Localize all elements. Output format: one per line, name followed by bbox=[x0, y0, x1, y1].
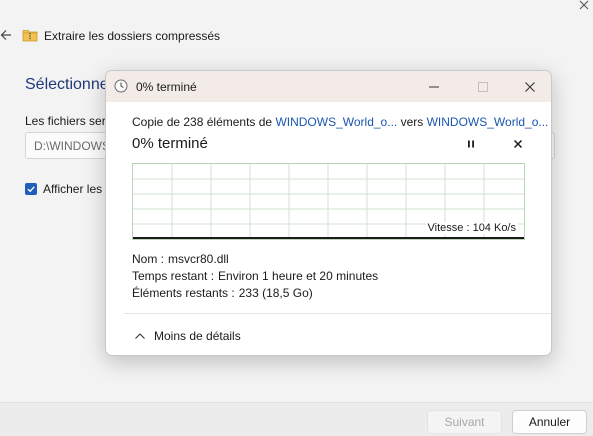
detail-value: Environ 1 heure et 20 minutes bbox=[218, 269, 379, 283]
detail-key: Nom : bbox=[132, 252, 165, 266]
clock-icon bbox=[114, 79, 128, 93]
speed-graph: Vitesse : 104 Ko/s bbox=[132, 163, 525, 240]
source-folder-link[interactable]: WINDOWS_World_o... bbox=[275, 115, 397, 129]
minimize-icon[interactable] bbox=[412, 71, 456, 102]
maximize-icon bbox=[461, 71, 505, 102]
detail-value: 233 (18,5 Go) bbox=[238, 286, 313, 300]
detail-key: Temps restant : bbox=[132, 269, 215, 283]
less-details-button[interactable]: Moins de détails bbox=[134, 329, 241, 343]
wizard-title-label: Extraire les dossiers compressés bbox=[44, 29, 221, 43]
divider bbox=[124, 313, 551, 314]
show-files-checkbox-row[interactable]: Afficher les bbox=[25, 182, 102, 196]
destination-folder-link[interactable]: WINDOWS_World_o... bbox=[427, 115, 549, 129]
wizard-close-icon[interactable] bbox=[574, 0, 593, 14]
cancel-copy-icon[interactable] bbox=[508, 135, 528, 153]
wizard-footer bbox=[0, 402, 593, 436]
progress-dialog: 0% terminé Copie de 238 éléments de WIND… bbox=[105, 70, 552, 356]
pause-icon[interactable] bbox=[461, 135, 481, 153]
detail-row-items: Éléments restants : 233 (18,5 Go) bbox=[132, 285, 378, 302]
dialog-titlebar[interactable]: 0% terminé bbox=[106, 71, 551, 102]
copy-description: Copie de 238 éléments de WINDOWS_World_o… bbox=[132, 115, 548, 129]
next-button[interactable]: Suivant bbox=[427, 410, 502, 434]
show-files-label: Afficher les bbox=[43, 182, 103, 196]
show-files-checkbox[interactable] bbox=[25, 183, 37, 195]
destination-label: Les fichiers sero bbox=[25, 114, 113, 128]
wizard-heading: Sélectionne bbox=[25, 76, 109, 93]
copy-details: Nom : msvcr80.dll Temps restant : Enviro… bbox=[132, 251, 378, 302]
dialog-close-icon[interactable] bbox=[508, 71, 551, 102]
dialog-title: 0% terminé bbox=[136, 80, 197, 94]
wizard-title: Extraire les dossiers compressés bbox=[22, 27, 220, 45]
cancel-button[interactable]: Annuler bbox=[512, 410, 587, 434]
progress-percent: 0% terminé bbox=[132, 135, 208, 152]
chevron-up-icon bbox=[134, 329, 146, 343]
detail-value: msvcr80.dll bbox=[168, 252, 229, 266]
less-details-label: Moins de détails bbox=[154, 329, 241, 343]
zip-folder-icon bbox=[22, 28, 38, 45]
detail-key: Éléments restants : bbox=[132, 286, 235, 300]
copy-mid: vers bbox=[397, 115, 427, 129]
speed-label: Vitesse : 104 Ko/s bbox=[425, 222, 518, 234]
speed-graph-baseline bbox=[133, 237, 524, 239]
back-arrow-icon[interactable] bbox=[0, 26, 12, 44]
detail-row-name: Nom : msvcr80.dll bbox=[132, 251, 378, 268]
copy-prefix: Copie de 238 éléments de bbox=[132, 115, 276, 129]
detail-row-time: Temps restant : Environ 1 heure et 20 mi… bbox=[132, 268, 378, 285]
